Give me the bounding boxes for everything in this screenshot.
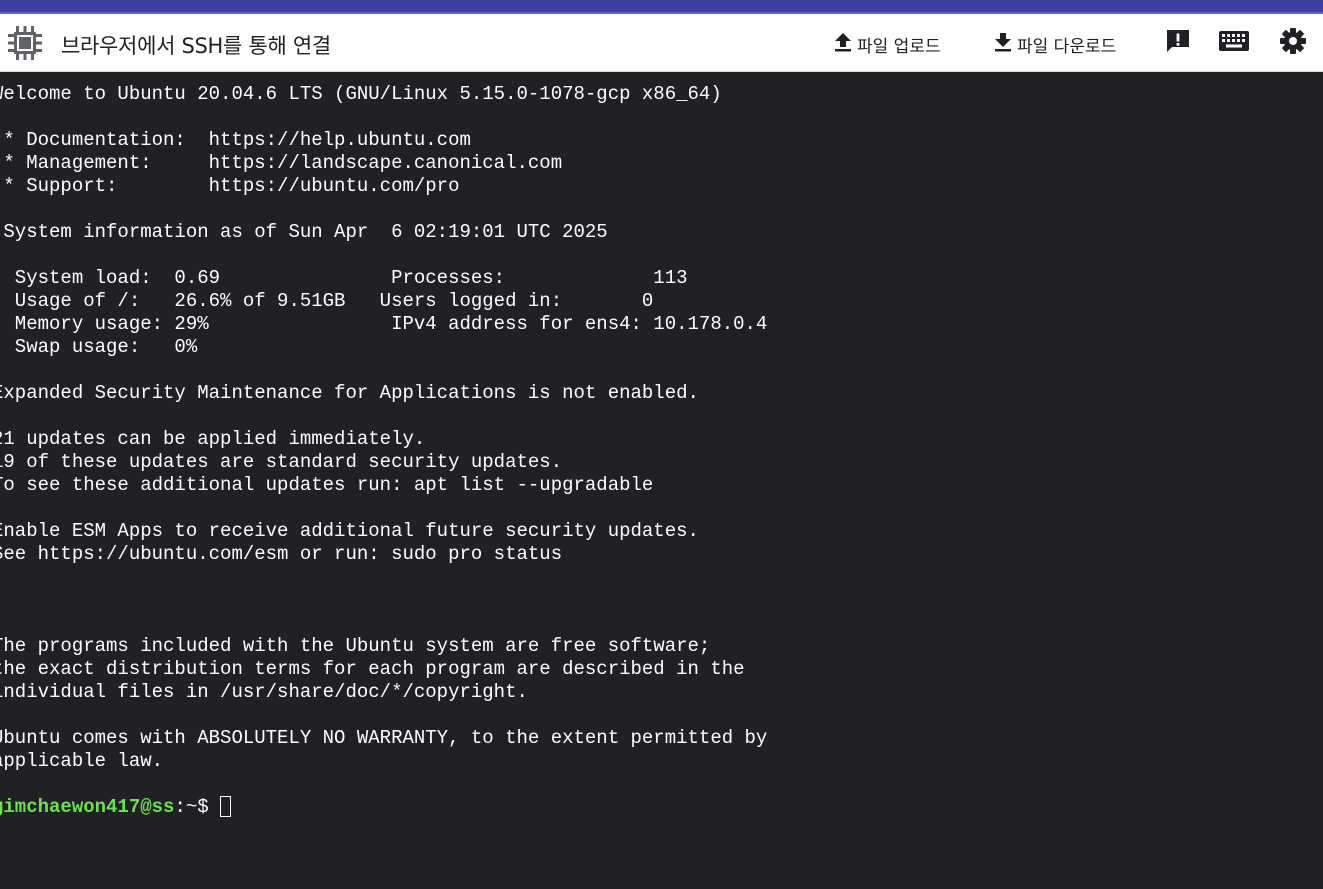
terminal-line: To see these additional updates run: apt… xyxy=(0,474,654,496)
terminal-line: Swap usage: 0% xyxy=(0,336,198,358)
terminal-line: Ubuntu comes with ABSOLUTELY NO WARRANTY… xyxy=(0,727,768,749)
terminal-line: Memory usage: 29% IPv4 address for ens4:… xyxy=(0,313,768,335)
terminal-line: applicable law. xyxy=(0,750,164,772)
download-file-label: 파일 다운로드 xyxy=(1017,36,1117,57)
terminal-output: Welcome to Ubuntu 20.04.6 LTS (GNU/Linux… xyxy=(0,83,767,819)
terminal-line: Welcome to Ubuntu 20.04.6 LTS (GNU/Linux… xyxy=(0,83,722,105)
page-title: 브라우저에서 SSH를 통해 연결 xyxy=(61,34,331,58)
terminal-line: the exact distribution terms for each pr… xyxy=(0,658,745,680)
keyboard-button[interactable] xyxy=(1219,28,1249,58)
chip-icon xyxy=(5,23,45,63)
download-icon xyxy=(993,31,1013,58)
terminal-line: Expanded Security Maintenance for Applic… xyxy=(0,382,699,404)
terminal-line: Usage of /: 26.6% of 9.51GB Users logged… xyxy=(0,290,654,312)
terminal-line: * Support: https://ubuntu.com/pro xyxy=(0,175,460,197)
upload-file-label: 파일 업로드 xyxy=(857,36,941,57)
terminal-line: * Documentation: https://help.ubuntu.com xyxy=(0,129,471,151)
terminal-cursor xyxy=(220,796,232,817)
upload-file-button[interactable]: 파일 업로드 xyxy=(833,30,941,58)
terminal-line: 19 of these updates are standard securit… xyxy=(0,451,563,473)
gear-icon xyxy=(1279,27,1307,59)
feedback-icon xyxy=(1164,27,1192,59)
feedback-button[interactable] xyxy=(1163,28,1193,58)
terminal-line: System information as of Sun Apr 6 02:19… xyxy=(0,221,608,243)
upload-icon xyxy=(833,31,853,58)
prompt-path: ~$ xyxy=(185,796,221,818)
terminal-area[interactable]: Welcome to Ubuntu 20.04.6 LTS (GNU/Linux… xyxy=(0,72,1323,889)
keyboard-icon xyxy=(1218,29,1250,57)
download-file-button[interactable]: 파일 다운로드 xyxy=(993,30,1116,58)
ssh-header-bar: 브라우저에서 SSH를 통해 연결 파일 업로드 파일 다운로드 xyxy=(0,14,1323,72)
terminal-line: The programs included with the Ubuntu sy… xyxy=(0,635,711,657)
terminal-line: Enable ESM Apps to receive additional fu… xyxy=(0,520,699,542)
prompt-separator: : xyxy=(174,796,186,818)
prompt-user-host: gimchaewon417@ss xyxy=(0,796,175,818)
terminal-line: 21 updates can be applied immediately. xyxy=(0,428,426,450)
terminal-line: * Management: https://landscape.canonica… xyxy=(0,152,563,174)
terminal-line: individual files in /usr/share/doc/*/cop… xyxy=(0,681,528,703)
terminal-line: See https://ubuntu.com/esm or run: sudo … xyxy=(0,543,563,565)
settings-button[interactable] xyxy=(1278,28,1308,58)
terminal-line: System load: 0.69 Processes: 113 xyxy=(0,267,688,289)
terminal-prompt-line[interactable]: gimchaewon417@ss:~$ xyxy=(0,796,767,819)
